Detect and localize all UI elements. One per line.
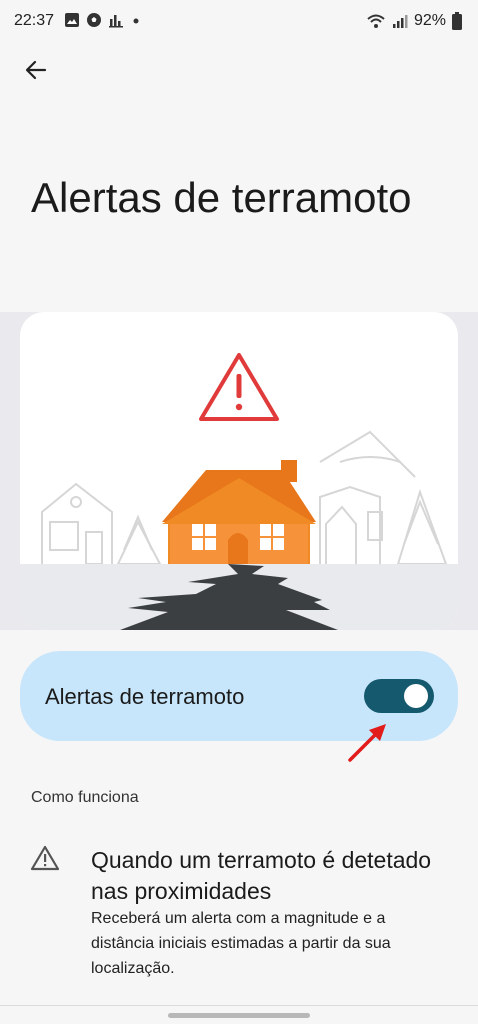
earthquake-alerts-switch[interactable] bbox=[364, 679, 434, 713]
switch-knob bbox=[404, 684, 428, 708]
bottom-divider bbox=[0, 1005, 478, 1006]
status-bar: 22:37 92% bbox=[0, 0, 478, 42]
gesture-nav-handle[interactable] bbox=[168, 1013, 310, 1018]
warning-triangle-icon bbox=[30, 845, 60, 871]
earthquake-illustration bbox=[20, 312, 458, 630]
soccer-ball-icon bbox=[87, 13, 101, 27]
status-notification-icons bbox=[64, 12, 142, 28]
section-heading-how-it-works: Como funciona bbox=[31, 789, 139, 806]
info-item-title: Quando um terramoto é detetado nas proxi… bbox=[91, 847, 432, 904]
wifi-icon bbox=[367, 14, 385, 28]
red-arrow-annotation bbox=[348, 724, 386, 762]
gallery-icon bbox=[65, 13, 79, 27]
status-system-icons: 92% bbox=[366, 12, 462, 30]
status-time: 22:37 bbox=[14, 12, 55, 29]
signal-icon bbox=[392, 15, 408, 28]
info-item-description: Receberá um alerta com a magnitude e a d… bbox=[91, 910, 391, 977]
page-title: Alertas de terramoto bbox=[31, 174, 412, 221]
stats-icon bbox=[109, 15, 123, 28]
battery-percentage: 92% bbox=[413, 12, 446, 29]
toggle-label: Alertas de terramoto bbox=[45, 684, 245, 709]
dot-icon bbox=[133, 18, 139, 24]
back-button[interactable] bbox=[18, 52, 54, 88]
battery-icon bbox=[452, 12, 462, 30]
arrow-left-icon bbox=[25, 60, 47, 80]
